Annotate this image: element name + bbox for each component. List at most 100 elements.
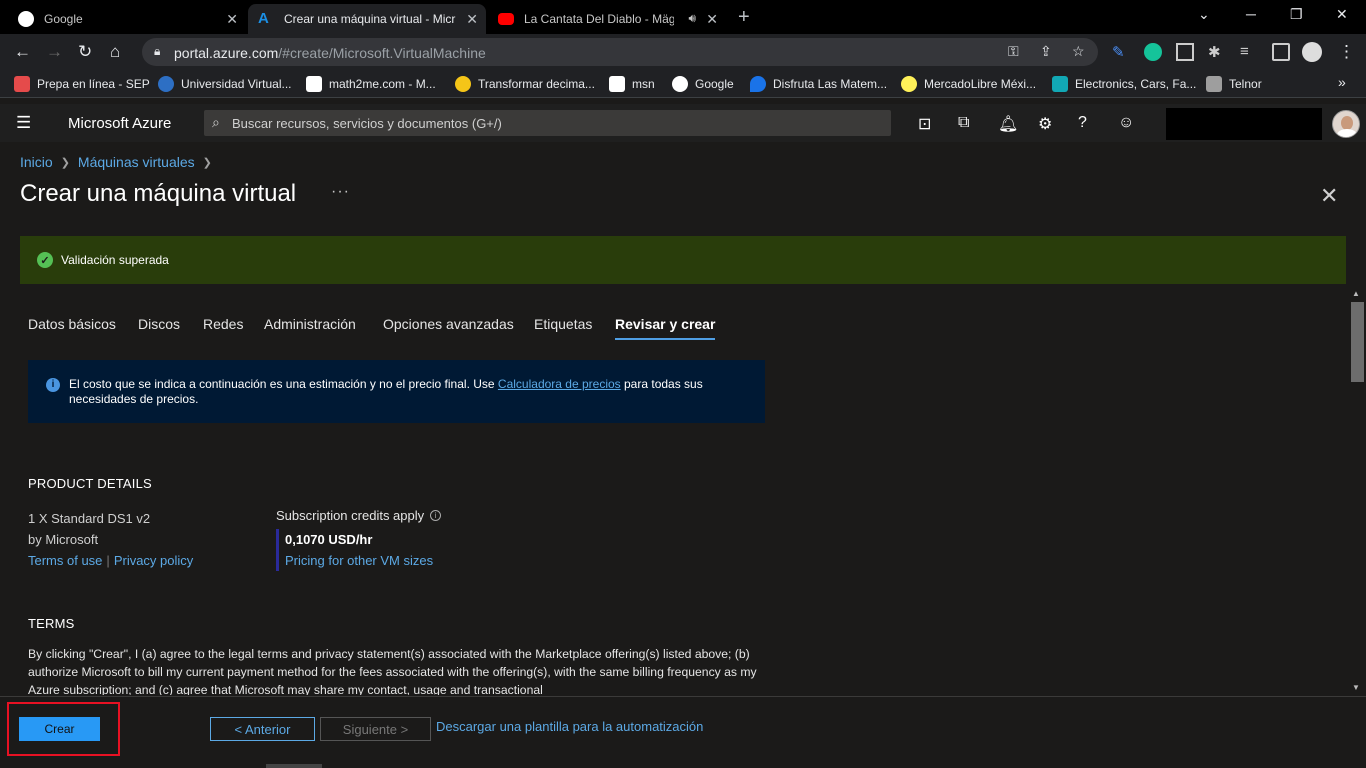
- close-tab-icon[interactable]: ✕: [706, 11, 718, 28]
- next-button[interactable]: Siguiente >: [320, 717, 431, 741]
- bookmark-item[interactable]: Transformar decima...: [455, 76, 595, 92]
- product-pricing: Subscription credits apply i 0,1070 USD/…: [276, 508, 442, 571]
- back-icon[interactable]: ←: [14, 42, 31, 62]
- qr-code-icon[interactable]: [1176, 43, 1194, 61]
- azure-search-input[interactable]: [232, 110, 882, 136]
- url-text[interactable]: portal.azure.com/#create/Microsoft.Virtu…: [174, 45, 486, 61]
- browser-toolbar: ← → ↻ ⌂ 🔒︎ portal.azure.com/#create/Micr…: [0, 34, 1366, 70]
- tab-search-icon[interactable]: ⌄: [1198, 6, 1210, 23]
- close-tab-icon[interactable]: ✕: [226, 11, 238, 28]
- info-icon[interactable]: i: [430, 510, 442, 521]
- azure-search[interactable]: ⌕: [204, 110, 891, 136]
- check-circle-icon: ✓: [37, 252, 53, 268]
- bookmark-item[interactable]: msn: [609, 76, 655, 92]
- tab-advanced[interactable]: Opciones avanzadas: [383, 316, 514, 332]
- cloud-shell-icon[interactable]: ⊡: [918, 114, 931, 134]
- bookmark-item[interactable]: Electronics, Cars, Fa...: [1052, 76, 1196, 92]
- address-bar[interactable]: 🔒︎ portal.azure.com/#create/Microsoft.Vi…: [142, 38, 1098, 66]
- bookmark-favicon-icon: [609, 76, 625, 92]
- profile-avatar-icon[interactable]: [1302, 42, 1322, 62]
- extensions-puzzle-icon[interactable]: ✱: [1208, 43, 1226, 61]
- audio-playing-icon[interactable]: 🔊︎: [688, 11, 696, 26]
- tab-basics[interactable]: Datos básicos: [28, 316, 116, 332]
- browser-tab-azure[interactable]: A Crear una máquina virtual - Micr ✕: [248, 4, 486, 34]
- azure-top-bar: ☰ Microsoft Azure ⌕ ⊡ ⧉ 🔔︎ ⚙ ? ☺: [0, 104, 1366, 142]
- restore-button[interactable]: ❐: [1290, 6, 1303, 23]
- previous-button[interactable]: < Anterior: [210, 717, 315, 741]
- breadcrumb-home[interactable]: Inicio: [20, 154, 53, 170]
- more-options-icon[interactable]: ···: [331, 183, 350, 201]
- feedback-icon[interactable]: ☺: [1118, 114, 1134, 132]
- side-panel-icon[interactable]: [1272, 43, 1290, 61]
- browser-tab-youtube[interactable]: La Cantata Del Diablo - Mägo 🔊︎ ✕: [488, 4, 726, 34]
- azure-brand[interactable]: Microsoft Azure: [68, 115, 171, 132]
- pricing-other-sizes-link[interactable]: Pricing for other VM sizes: [285, 551, 441, 571]
- tab-review-create[interactable]: Revisar y crear: [615, 316, 716, 340]
- bookmark-item[interactable]: Google: [672, 76, 734, 92]
- tab-management[interactable]: Administración: [264, 316, 356, 332]
- scroll-up-icon[interactable]: ▲: [1352, 289, 1360, 298]
- bookmark-item[interactable]: Disfruta Las Matem...: [750, 76, 887, 92]
- price-box: 0,1070 USD/hr Pricing for other VM sizes: [276, 529, 441, 571]
- scroll-down-icon[interactable]: ▼: [1352, 683, 1360, 692]
- bookmark-favicon-icon: [455, 76, 471, 92]
- bookmark-item[interactable]: Telnor: [1206, 76, 1262, 92]
- product-links: Terms of use | Privacy policy: [28, 550, 193, 571]
- bookmark-favicon-icon: [672, 76, 688, 92]
- avatar[interactable]: [1332, 110, 1360, 138]
- reload-icon[interactable]: ↻: [78, 42, 92, 62]
- bookmark-item[interactable]: Prepa en línea - SEP: [14, 76, 150, 92]
- bookmark-item[interactable]: MercadoLibre Méxi...: [901, 76, 1036, 92]
- avatar-face: [1341, 116, 1353, 130]
- azure-favicon-icon: A: [258, 10, 269, 27]
- create-button[interactable]: Crear: [19, 717, 100, 741]
- bookmark-item[interactable]: Universidad Virtual...: [158, 76, 292, 92]
- notifications-bell-icon[interactable]: 🔔︎: [998, 114, 1018, 134]
- tab-networking[interactable]: Redes: [203, 316, 243, 332]
- help-icon[interactable]: ?: [1078, 114, 1087, 132]
- browser-tab-strip: Google ✕ A Crear una máquina virtual - M…: [0, 0, 1366, 34]
- tab-disks[interactable]: Discos: [138, 316, 180, 332]
- avatar-shirt: [1337, 129, 1357, 137]
- account-info-redacted[interactable]: [1166, 108, 1322, 140]
- bookmark-star-icon[interactable]: ☆: [1072, 43, 1085, 60]
- settings-gear-icon[interactable]: ⚙: [1038, 114, 1052, 134]
- bookmark-item[interactable]: math2me.com - M...: [306, 76, 436, 92]
- directory-filter-icon[interactable]: ⧉: [958, 114, 969, 132]
- product-details-heading: PRODUCT DETAILS: [28, 476, 152, 491]
- extension-pen-icon[interactable]: ✎: [1112, 43, 1130, 61]
- chrome-menu-icon[interactable]: ⋮: [1338, 42, 1355, 62]
- portal-menu-icon[interactable]: ☰: [16, 113, 31, 133]
- download-template-link[interactable]: Descargar una plantilla para la automati…: [436, 719, 703, 734]
- link-separator: |: [106, 553, 110, 568]
- validation-banner: ✓ Validación superada: [20, 236, 1346, 284]
- pricing-calculator-link[interactable]: Calculadora de precios: [498, 377, 621, 391]
- close-tab-icon[interactable]: ✕: [466, 11, 478, 28]
- bookmarks-overflow-icon[interactable]: »: [1338, 74, 1346, 90]
- resize-grip[interactable]: [266, 764, 322, 768]
- forward-icon[interactable]: →: [46, 42, 63, 62]
- lock-icon[interactable]: 🔒︎: [154, 44, 160, 59]
- chevron-right-icon: ❯: [202, 156, 212, 169]
- bookmark-favicon-icon: [1052, 76, 1068, 92]
- breadcrumb-virtual-machines[interactable]: Máquinas virtuales: [78, 154, 195, 170]
- scrollbar-thumb[interactable]: [1351, 302, 1364, 382]
- share-icon[interactable]: ⇪: [1040, 43, 1052, 60]
- tab-tags[interactable]: Etiquetas: [534, 316, 592, 332]
- close-icon[interactable]: ✕: [1320, 183, 1338, 209]
- browser-tab-google[interactable]: Google ✕: [8, 4, 246, 34]
- privacy-policy-link[interactable]: Privacy policy: [114, 553, 193, 568]
- grammarly-icon[interactable]: [1144, 43, 1162, 61]
- terms-heading: TERMS: [28, 616, 75, 631]
- close-window-button[interactable]: ✕: [1336, 6, 1348, 23]
- home-icon[interactable]: ⌂: [110, 42, 120, 62]
- new-tab-button[interactable]: +: [738, 6, 750, 29]
- bookmarks-bar: Prepa en línea - SEP Universidad Virtual…: [0, 70, 1366, 98]
- terms-text: By clicking "Crear", I (a) agree to the …: [28, 647, 757, 695]
- minimize-button[interactable]: ─: [1246, 6, 1256, 22]
- media-queue-icon[interactable]: ≡: [1240, 43, 1258, 61]
- bookmark-favicon-icon: [901, 76, 917, 92]
- terms-of-use-link[interactable]: Terms of use: [28, 553, 102, 568]
- key-icon[interactable]: ⚿: [1008, 43, 1019, 60]
- bookmark-favicon-icon: [14, 76, 30, 92]
